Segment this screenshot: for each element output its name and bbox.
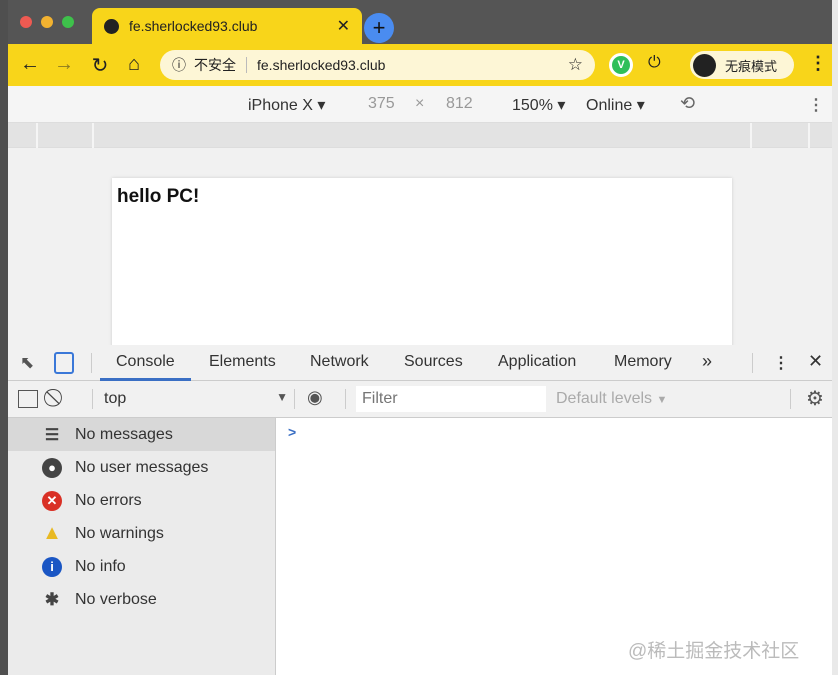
globe-icon bbox=[104, 18, 119, 34]
sidebar-item-user-messages[interactable]: ● No user messages bbox=[8, 451, 275, 484]
power-icon[interactable]: ⏻ bbox=[648, 54, 661, 72]
close-tab-icon[interactable]: ✕ bbox=[337, 16, 350, 36]
error-icon: ✕ bbox=[42, 490, 62, 511]
browser-window: fe.sherlocked93.club ✕ + ← → ↻ ⌂ ⓘ 不安全 f… bbox=[8, 0, 832, 675]
sidebar-item-label: No warnings bbox=[75, 524, 164, 542]
tab-application[interactable]: Application bbox=[498, 353, 576, 371]
forward-button[interactable]: → bbox=[52, 53, 76, 76]
context-label: top bbox=[104, 390, 127, 407]
rotate-icon[interactable]: ⟲ bbox=[680, 93, 695, 114]
tab-network[interactable]: Network bbox=[310, 353, 369, 371]
sidebar-item-verbose[interactable]: ✱ No verbose bbox=[8, 583, 275, 616]
console-toolbar: ⃠ top▼ ◉ Default levels ▼ ⚙ bbox=[8, 381, 832, 418]
back-button[interactable]: ← bbox=[18, 53, 42, 76]
console-sidebar: ☰ No messages ● No user messages ✕ No error… bbox=[8, 418, 276, 675]
sidebar-item-label: No verbose bbox=[75, 590, 157, 608]
filter-input[interactable] bbox=[356, 386, 546, 412]
devtools-menu-icon[interactable]: ⋮ bbox=[773, 353, 789, 373]
watermark: @稀土掘金技术社区 bbox=[628, 641, 800, 662]
divider bbox=[246, 57, 247, 73]
more-tabs-button[interactable]: » bbox=[702, 351, 712, 372]
tab-sources[interactable]: Sources bbox=[404, 353, 463, 371]
devtools-tabbar: ⬉ Console Elements Network Sources Appli… bbox=[8, 345, 832, 381]
info-icon: i bbox=[42, 556, 62, 577]
tab-memory[interactable]: Memory bbox=[614, 353, 672, 371]
address-bar[interactable]: ⓘ 不安全 fe.sherlocked93.club ☆ bbox=[160, 50, 595, 80]
reload-button[interactable]: ↻ bbox=[88, 53, 112, 78]
tab-elements[interactable]: Elements bbox=[209, 353, 276, 371]
close-devtools-icon[interactable]: ✕ bbox=[808, 351, 823, 372]
maximize-window-button[interactable] bbox=[62, 16, 74, 28]
warning-icon: ▲ bbox=[42, 522, 62, 544]
incognito-icon bbox=[693, 53, 716, 77]
sidebar-item-label: No user messages bbox=[75, 458, 209, 476]
inspect-icon[interactable]: ⬉ bbox=[20, 353, 34, 373]
device-toggle-icon[interactable] bbox=[54, 352, 74, 374]
sidebar-item-label: No info bbox=[75, 557, 126, 575]
network-label: Online bbox=[586, 97, 633, 114]
sidebar-item-label: No messages bbox=[75, 425, 173, 443]
sidebar-item-label: No errors bbox=[75, 491, 142, 509]
menu-icon[interactable]: ⋮ bbox=[809, 53, 827, 74]
background-window bbox=[832, 0, 838, 675]
close-window-button[interactable] bbox=[20, 16, 32, 28]
device-select[interactable]: iPhone X ▾ bbox=[248, 95, 325, 115]
page-content: hello PC! bbox=[112, 178, 732, 348]
sidebar-item-warnings[interactable]: ▲ No warnings bbox=[8, 517, 275, 550]
height-input[interactable]: 812 bbox=[446, 95, 473, 113]
bug-icon: ✱ bbox=[44, 589, 60, 609]
sidebar-toggle-icon[interactable] bbox=[18, 390, 38, 408]
browser-tab[interactable]: fe.sherlocked93.club ✕ bbox=[92, 8, 362, 44]
user-icon: ● bbox=[42, 457, 62, 478]
sidebar-item-info[interactable]: i No info bbox=[8, 550, 275, 583]
home-button[interactable]: ⌂ bbox=[122, 53, 146, 76]
network-select[interactable]: Online ▾ bbox=[586, 95, 645, 115]
media-query-ruler bbox=[8, 123, 832, 148]
eye-icon[interactable]: ◉ bbox=[307, 387, 323, 408]
device-menu-icon[interactable]: ⋮ bbox=[808, 95, 824, 115]
minimize-window-button[interactable] bbox=[41, 16, 53, 28]
sidebar-item-messages[interactable]: ☰ No messages bbox=[8, 418, 275, 451]
vue-extension-icon[interactable]: V bbox=[609, 53, 633, 77]
device-label: iPhone X bbox=[248, 97, 313, 114]
incognito-button[interactable]: 无痕模式 bbox=[690, 51, 794, 79]
list-icon: ☰ bbox=[44, 426, 60, 444]
gear-icon[interactable]: ⚙ bbox=[806, 386, 824, 411]
new-tab-button[interactable]: + bbox=[364, 13, 394, 43]
zoom-select[interactable]: 150% ▾ bbox=[512, 95, 565, 115]
tab-strip: fe.sherlocked93.club ✕ + bbox=[8, 0, 832, 44]
context-select[interactable]: top ▼ bbox=[104, 390, 288, 408]
incognito-label: 无痕模式 bbox=[725, 58, 778, 74]
device-viewport: hello PC! bbox=[8, 148, 832, 348]
url-text[interactable]: fe.sherlocked93.club bbox=[257, 57, 568, 73]
width-input[interactable]: 375 bbox=[368, 95, 395, 113]
star-icon[interactable]: ☆ bbox=[568, 55, 583, 75]
console-prompt[interactable]: > bbox=[288, 424, 296, 440]
times-label: × bbox=[415, 95, 425, 112]
security-label: 不安全 bbox=[194, 57, 236, 73]
log-levels-label: Default levels bbox=[556, 390, 653, 407]
info-icon[interactable]: ⓘ bbox=[172, 55, 186, 75]
sidebar-item-errors[interactable]: ✕ No errors bbox=[8, 484, 275, 517]
device-toolbar: iPhone X ▾ 375 × 812 150% ▾ Online ▾ ⟲ ⋮ bbox=[8, 86, 832, 123]
log-levels-select[interactable]: Default levels ▼ bbox=[556, 390, 667, 408]
tab-console[interactable]: Console bbox=[100, 353, 191, 381]
tab-title: fe.sherlocked93.club bbox=[129, 18, 258, 34]
zoom-label: 150% bbox=[512, 97, 553, 114]
browser-toolbar: ← → ↻ ⌂ ⓘ 不安全 fe.sherlocked93.club ☆ V ⏻… bbox=[8, 44, 832, 86]
